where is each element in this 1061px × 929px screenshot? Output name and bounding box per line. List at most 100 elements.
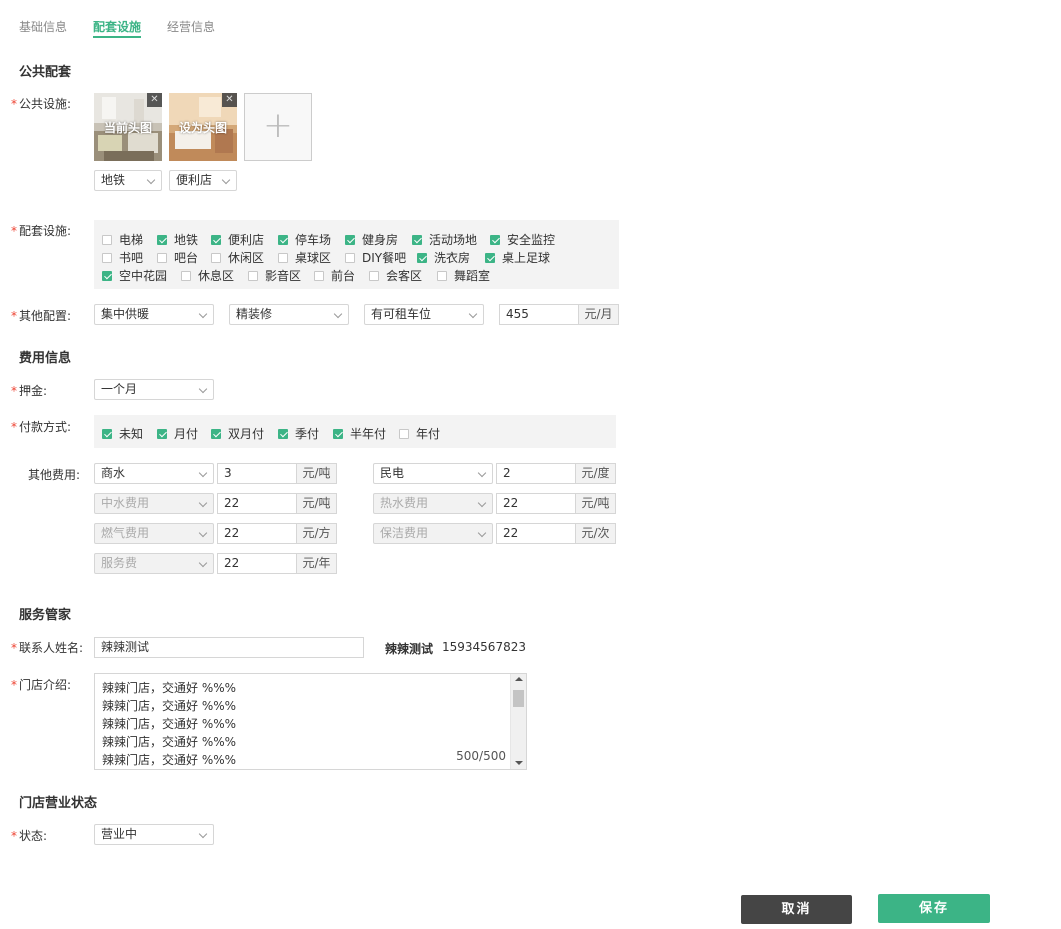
fee-value-input[interactable]: 22: [217, 553, 297, 574]
checkbox-option[interactable]: 影音区: [248, 267, 301, 284]
textarea-scrollbar[interactable]: [510, 674, 526, 769]
checkbox-option[interactable]: 休闲区: [211, 249, 264, 266]
checkbox-unchecked-icon[interactable]: [314, 270, 324, 281]
store-intro-textarea[interactable]: 辣辣门店，交通好 %%% 辣辣门店，交通好 %%% 辣辣门店，交通好 %%% 辣…: [94, 673, 527, 770]
checkbox-option[interactable]: 吧台: [157, 249, 198, 266]
checkbox-checked-icon[interactable]: [278, 428, 288, 439]
tab-facilities[interactable]: 配套设施: [93, 18, 141, 35]
checkbox-unchecked-icon[interactable]: [248, 270, 258, 281]
checkbox-option[interactable]: 活动场地: [412, 231, 477, 248]
photo-thumbnail[interactable]: ✕ 当前头图: [94, 93, 162, 161]
scroll-thumb[interactable]: [513, 690, 524, 707]
checkbox-option[interactable]: 季付: [278, 425, 319, 442]
checkbox-unchecked-icon[interactable]: [437, 270, 447, 281]
fee-type-select[interactable]: 服务费: [94, 553, 214, 574]
status-select[interactable]: 营业中: [94, 824, 214, 845]
checkbox-checked-icon[interactable]: [211, 234, 221, 245]
cancel-button[interactable]: 取消: [741, 895, 852, 924]
photo-tag-select[interactable]: 地铁: [94, 170, 162, 191]
checkbox-unchecked-icon[interactable]: [278, 252, 288, 263]
checkbox-checked-icon[interactable]: [412, 234, 422, 245]
fee-type-select[interactable]: 热水费用: [373, 493, 493, 514]
checkbox-option[interactable]: 桌上足球: [485, 249, 550, 266]
checkbox-option[interactable]: 休息区: [181, 267, 234, 284]
contact-name-input[interactable]: 辣辣测试: [94, 637, 364, 658]
fee-type-select[interactable]: 商水: [94, 463, 214, 484]
fee-type-select[interactable]: 燃气费用: [94, 523, 214, 544]
heating-select[interactable]: 集中供暖: [94, 304, 214, 325]
checkbox-option[interactable]: 洗衣房: [417, 249, 470, 266]
fee-type-select[interactable]: 民电: [373, 463, 493, 484]
remove-photo-icon[interactable]: ✕: [222, 93, 237, 107]
checkbox-option[interactable]: 书吧: [102, 249, 143, 266]
fee-value-input[interactable]: 2: [496, 463, 576, 484]
active-tab-underline: [93, 36, 141, 38]
checkbox-checked-icon[interactable]: [417, 252, 427, 263]
photo-caption-current-cover: 当前头图: [103, 121, 152, 135]
checkbox-unchecked-icon[interactable]: [369, 270, 379, 281]
checkbox-option[interactable]: 双月付: [211, 425, 264, 442]
textarea-line: 辣辣门店，交通好 %%%: [102, 717, 237, 731]
checkbox-option[interactable]: 年付: [399, 425, 440, 442]
fee-value-input[interactable]: 22: [496, 493, 576, 514]
checkbox-option[interactable]: 安全监控: [490, 231, 555, 248]
parking-select[interactable]: 有可租车位: [364, 304, 484, 325]
unit-label: 元/吨: [297, 463, 337, 484]
remove-photo-icon[interactable]: ✕: [147, 93, 162, 107]
checkbox-option[interactable]: 半年付: [333, 425, 386, 442]
checkbox-option[interactable]: 健身房: [345, 231, 398, 248]
fee-value-input[interactable]: 22: [217, 493, 297, 514]
unit-label: 元/吨: [576, 493, 616, 514]
checkbox-option[interactable]: 会客区: [369, 267, 422, 284]
checkbox-option[interactable]: DIY餐吧: [345, 249, 406, 266]
checkbox-unchecked-icon[interactable]: [345, 252, 355, 263]
checkbox-option[interactable]: 便利店: [211, 231, 264, 248]
checkbox-option[interactable]: 停车场: [278, 231, 331, 248]
checkbox-checked-icon[interactable]: [490, 234, 500, 245]
checkbox-option[interactable]: 舞蹈室: [437, 267, 490, 284]
checkbox-checked-icon[interactable]: [278, 234, 288, 245]
textarea-line: 辣辣门店，交通好 %%%: [102, 735, 237, 749]
fee-type-label: 燃气费用: [101, 526, 150, 540]
checkbox-checked-icon[interactable]: [157, 428, 167, 439]
fee-type-select[interactable]: 保洁费用: [373, 523, 493, 544]
scroll-down-icon[interactable]: [515, 761, 523, 765]
checkbox-checked-icon[interactable]: [102, 270, 112, 281]
checkbox-option[interactable]: 桌球区: [278, 249, 331, 266]
fee-type-label: 服务费: [101, 556, 138, 570]
add-photo-button[interactable]: +: [244, 93, 312, 161]
checkbox-checked-icon[interactable]: [345, 234, 355, 245]
checkbox-checked-icon[interactable]: [485, 252, 495, 263]
checkbox-option[interactable]: 未知: [102, 425, 143, 442]
checkbox-unchecked-icon[interactable]: [102, 252, 112, 263]
checkbox-option[interactable]: 空中花园: [102, 267, 167, 284]
deposit-select[interactable]: 一个月: [94, 379, 214, 400]
checkbox-unchecked-icon[interactable]: [399, 428, 409, 439]
checkbox-unchecked-icon[interactable]: [102, 234, 112, 245]
checkbox-unchecked-icon[interactable]: [181, 270, 191, 281]
checkbox-checked-icon[interactable]: [157, 234, 167, 245]
photo-thumbnail[interactable]: ✕ 设为头图: [169, 93, 237, 161]
checkbox-checked-icon[interactable]: [102, 428, 112, 439]
checkbox-option[interactable]: 前台: [314, 267, 355, 284]
fee-value-input[interactable]: 22: [217, 523, 297, 544]
tab-basic-info[interactable]: 基础信息: [19, 18, 67, 35]
tab-business-info[interactable]: 经营信息: [167, 18, 215, 35]
checkbox-checked-icon[interactable]: [333, 428, 343, 439]
checkbox-unchecked-icon[interactable]: [211, 252, 221, 263]
checkbox-option[interactable]: 电梯: [102, 231, 143, 248]
checkbox-unchecked-icon[interactable]: [157, 252, 167, 263]
photo-tag-select[interactable]: 便利店: [169, 170, 237, 191]
fee-value-input[interactable]: 22: [496, 523, 576, 544]
checkbox-option[interactable]: 地铁: [157, 231, 198, 248]
label-deposit: * 押金:: [11, 384, 48, 398]
save-button[interactable]: 保存: [878, 894, 990, 923]
checkbox-label: 影音区: [265, 269, 302, 283]
scroll-up-icon[interactable]: [515, 677, 523, 681]
parking-rent-input[interactable]: 455: [499, 304, 579, 325]
fee-value-input[interactable]: 3: [217, 463, 297, 484]
checkbox-checked-icon[interactable]: [211, 428, 221, 439]
fee-type-select[interactable]: 中水费用: [94, 493, 214, 514]
checkbox-option[interactable]: 月付: [157, 425, 198, 442]
decoration-select[interactable]: 精装修: [229, 304, 349, 325]
